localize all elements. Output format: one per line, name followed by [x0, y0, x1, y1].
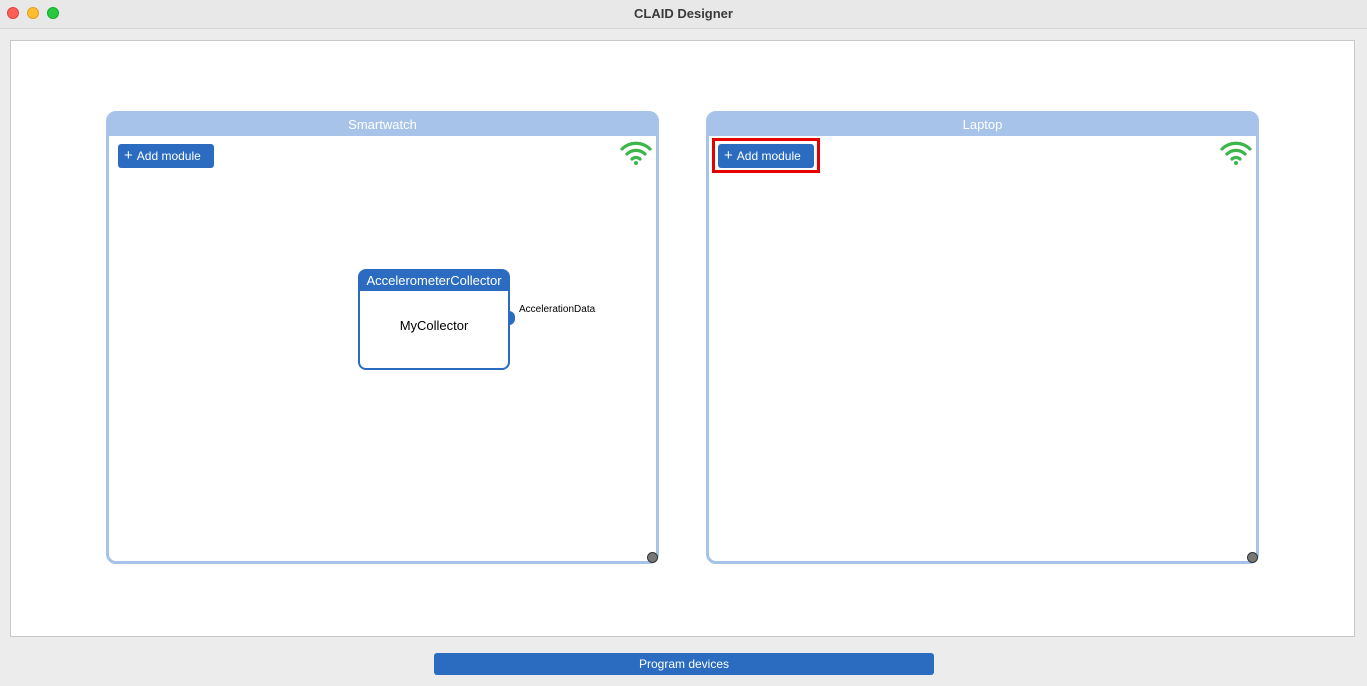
device-panel-smartwatch[interactable]: Smartwatch + Add module AccelerometerColl… — [106, 111, 659, 564]
designer-canvas[interactable]: Smartwatch + Add module AccelerometerColl… — [10, 40, 1355, 637]
device-title[interactable]: Laptop — [708, 113, 1257, 136]
plus-icon: + — [124, 147, 133, 164]
window-title: CLAID Designer — [634, 6, 733, 21]
program-devices-button[interactable]: Program devices — [434, 653, 934, 675]
resize-handle[interactable] — [647, 552, 658, 563]
device-title[interactable]: Smartwatch — [108, 113, 657, 136]
resize-handle[interactable] — [1247, 552, 1258, 563]
wifi-icon — [620, 141, 652, 165]
module-type[interactable]: AccelerometerCollector — [359, 270, 509, 291]
device-panel-laptop[interactable]: Laptop + Add module — [706, 111, 1259, 564]
wifi-icon — [1220, 141, 1252, 165]
add-module-button[interactable]: + Add module — [118, 144, 214, 168]
title-bar: CLAID Designer — [0, 0, 1367, 29]
plus-icon: + — [724, 147, 733, 164]
add-module-label: Add module — [136, 149, 201, 163]
add-module-label: Add module — [736, 149, 801, 163]
output-port[interactable] — [509, 311, 515, 325]
channel-label: AccelerationData — [519, 304, 596, 315]
module-node[interactable]: AccelerometerCollector MyCollector — [358, 269, 515, 370]
add-module-button[interactable]: + Add module — [718, 144, 814, 168]
module-name: MyCollector — [399, 318, 469, 333]
